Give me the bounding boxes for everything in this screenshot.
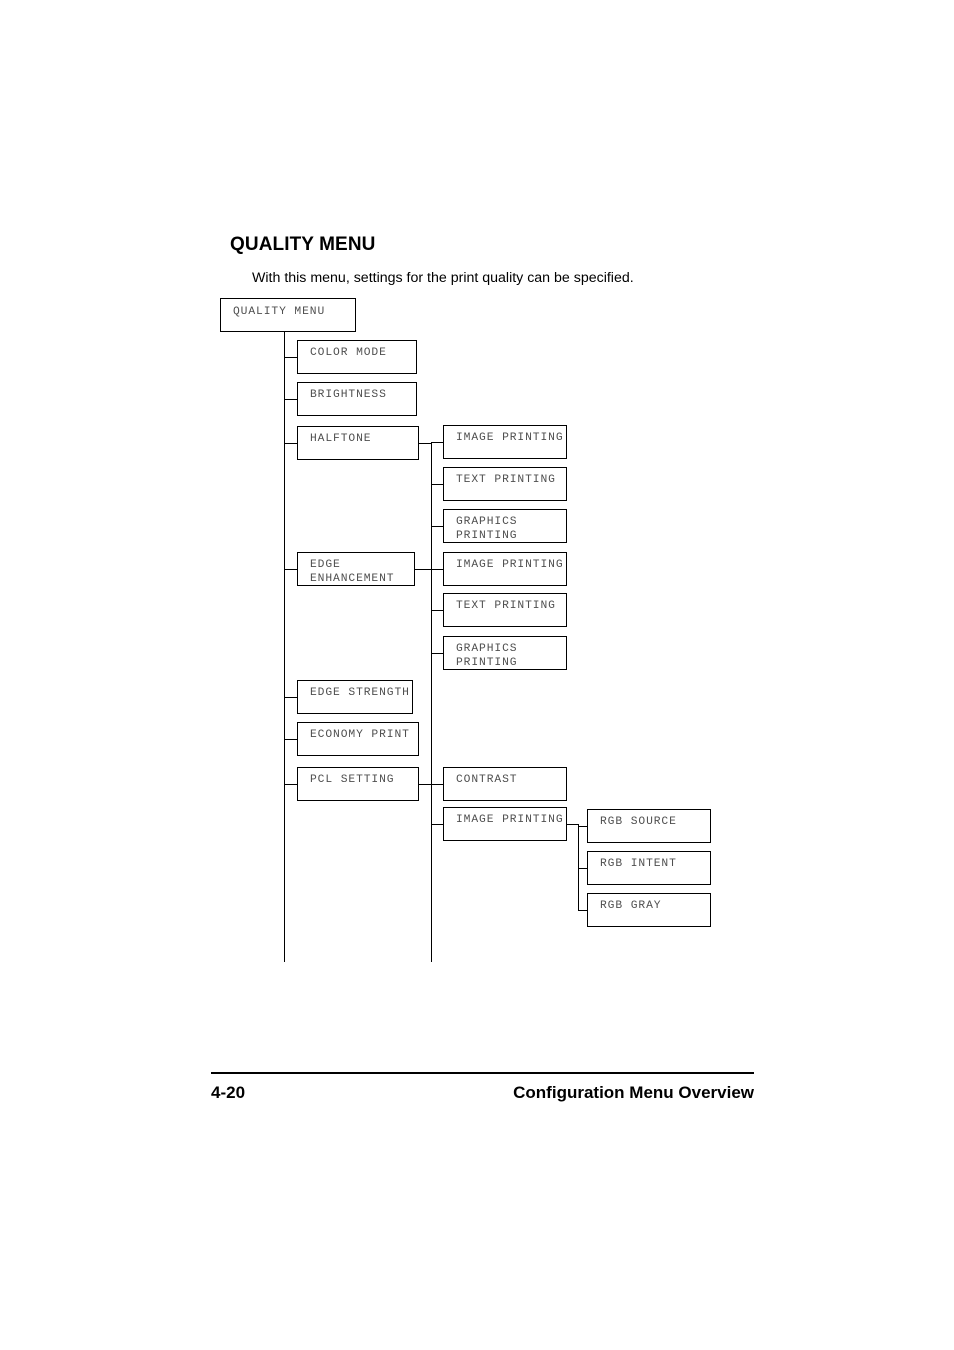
menu-node-rgb-gray: RGB GRAY bbox=[587, 893, 711, 927]
footer-divider bbox=[211, 1072, 754, 1074]
document-page: QUALITY MENU With this menu, settings fo… bbox=[0, 0, 954, 1350]
tree-connector-1 bbox=[284, 357, 297, 358]
tree-connector-9 bbox=[431, 443, 432, 962]
tree-connector-16 bbox=[431, 653, 443, 654]
menu-node-color-mode: COLOR MODE bbox=[297, 340, 417, 374]
menu-node-brightness: BRIGHTNESS bbox=[297, 382, 417, 416]
tree-connector-22 bbox=[578, 826, 587, 827]
menu-node-edge-enhancement: EDGE ENHANCEMENT bbox=[297, 552, 415, 586]
tree-connector-5 bbox=[284, 697, 297, 698]
tree-connector-14 bbox=[431, 569, 443, 570]
tree-connector-23 bbox=[578, 868, 587, 869]
menu-node-graphics-printing: GRAPHICS PRINTING bbox=[443, 509, 567, 543]
menu-tree-diagram: QUALITY MENU COLOR MODE BRIGHTNESS HALFTONE… bbox=[0, 0, 954, 1010]
tree-connector-10 bbox=[431, 442, 443, 443]
tree-connector-24 bbox=[578, 910, 587, 911]
menu-node-halftone: HALFTONE bbox=[297, 426, 419, 460]
tree-connector-15 bbox=[431, 610, 443, 611]
tree-connector-12 bbox=[431, 526, 443, 527]
tree-connector-6 bbox=[284, 739, 297, 740]
menu-node-quality-menu: QUALITY MENU bbox=[220, 298, 356, 332]
footer-chapter-title: Configuration Menu Overview bbox=[513, 1083, 754, 1102]
tree-connector-21 bbox=[578, 824, 579, 910]
menu-node-text-printing: TEXT PRINTING bbox=[443, 467, 567, 501]
tree-connector-20 bbox=[567, 824, 578, 825]
footer-page-number: 4-20 bbox=[211, 1083, 246, 1102]
tree-connector-11 bbox=[431, 484, 443, 485]
menu-node-image-printing: IMAGE PRINTING bbox=[443, 552, 567, 586]
tree-connector-3 bbox=[284, 443, 297, 444]
menu-node-contrast: CONTRAST bbox=[443, 767, 567, 801]
menu-node-image-printing: IMAGE PRINTING bbox=[443, 807, 567, 841]
tree-connector-17 bbox=[419, 784, 431, 785]
tree-connector-0 bbox=[284, 332, 285, 962]
tree-connector-7 bbox=[284, 784, 297, 785]
menu-node-text-printing: TEXT PRINTING bbox=[443, 593, 567, 627]
menu-node-rgb-intent: RGB INTENT bbox=[587, 851, 711, 885]
menu-node-graphics-printing: GRAPHICS PRINTING bbox=[443, 636, 567, 670]
tree-connector-4 bbox=[284, 569, 297, 570]
tree-connector-13 bbox=[415, 569, 431, 570]
menu-node-pcl-setting: PCL SETTING bbox=[297, 767, 419, 801]
menu-node-rgb-source: RGB SOURCE bbox=[587, 809, 711, 843]
tree-connector-8 bbox=[419, 443, 431, 444]
tree-connector-2 bbox=[284, 399, 297, 400]
menu-node-edge-strength: EDGE STRENGTH bbox=[297, 680, 413, 714]
tree-connector-18 bbox=[431, 784, 443, 785]
menu-node-economy-print: ECONOMY PRINT bbox=[297, 722, 419, 756]
tree-connector-19 bbox=[431, 824, 443, 825]
menu-node-image-printing: IMAGE PRINTING bbox=[443, 425, 567, 459]
